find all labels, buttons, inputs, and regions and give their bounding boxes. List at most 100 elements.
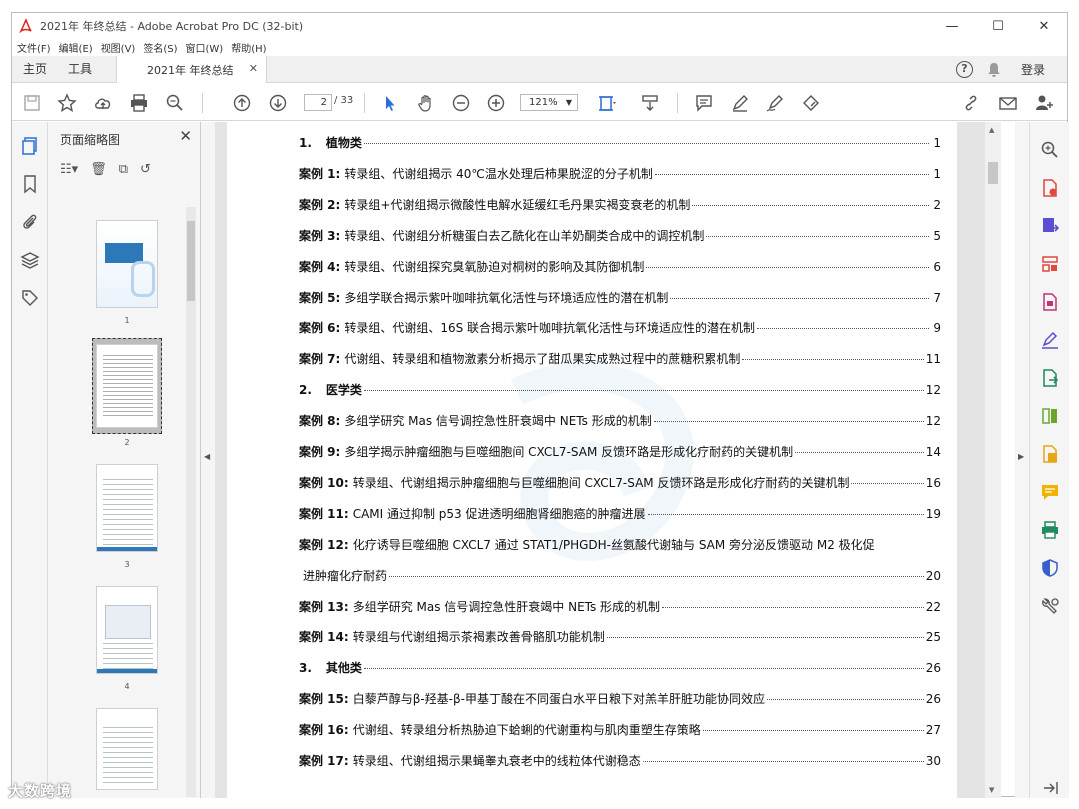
menu-window[interactable]: 窗口(W) (186, 40, 224, 55)
cloud-upload-icon[interactable] (92, 92, 114, 114)
toc-entry-row[interactable]: 案例 7: 代谢组、转录组和植物激素分析揭示了甜瓜果实成熟过程中的蔗糖积累机制 11 (299, 350, 941, 368)
page-thumbnail-selected[interactable] (96, 344, 158, 428)
toc-entry-row[interactable]: 案例 10: 转录组、代谢组揭示肿瘤细胞与巨噬细胞间 CXCL7-SAM 反馈环路… (299, 474, 941, 492)
minimize-button[interactable]: — (929, 13, 975, 39)
search-zoom-tool-icon[interactable] (1040, 140, 1060, 160)
attachment-icon[interactable] (20, 212, 40, 232)
select-cursor-icon[interactable] (379, 92, 401, 114)
print-icon[interactable] (128, 92, 150, 114)
toc-leader-dots (692, 204, 929, 206)
tab-document-label: 2021年 年终总结 (147, 63, 234, 77)
thumbnail-options-icon[interactable]: ☷▾ (60, 162, 78, 177)
help-icon[interactable]: ? (955, 61, 973, 78)
toc-entry-label: 案例 15: (299, 692, 349, 707)
toc-entry-title: 代谢组、转录组和植物激素分析揭示了甜瓜果实成熟过程中的蔗糖积累机制 (344, 352, 741, 367)
close-window-button[interactable]: ✕ (1021, 13, 1067, 39)
toc-entry-row[interactable]: 案例 13: 多组学研究 Mas 信号调控急性肝衰竭中 NETs 形成的机制 22 (299, 598, 941, 616)
share-link-icon[interactable] (960, 92, 982, 114)
zoom-out-icon[interactable] (450, 92, 472, 114)
login-link[interactable]: 登录 (1021, 61, 1045, 78)
zoom-in-icon[interactable] (485, 92, 507, 114)
email-icon[interactable] (997, 92, 1019, 114)
compare-files-icon[interactable] (1040, 406, 1060, 426)
toc-page-number: 6 (933, 259, 941, 274)
close-panel-icon[interactable]: ✕ (179, 127, 192, 145)
print-production-icon[interactable] (1040, 520, 1060, 540)
search-zoom-icon[interactable] (164, 92, 186, 114)
edit-pdf-icon[interactable] (1040, 292, 1060, 312)
toc-entry-row[interactable]: 案例 12: 化疗诱导巨噬细胞 CXCL7 通过 STAT1/PHGDH-丝氨酸代… (299, 536, 941, 554)
fill-sign-icon[interactable] (800, 92, 822, 114)
expand-right-panel-icon[interactable] (1040, 778, 1060, 798)
more-tools-icon[interactable] (1040, 596, 1060, 616)
menu-edit[interactable]: 编辑(E) (59, 40, 93, 55)
toc-entry-row[interactable]: 进肿瘤化疗耐药 20 (299, 567, 941, 585)
page-thumbnail[interactable] (96, 586, 158, 674)
toc-entry-row[interactable]: 案例 16: 代谢组、转录组分析热胁迫下蛤蜊的代谢重构与肌肉重塑生存策略 27 (299, 721, 941, 739)
scroll-mode-icon[interactable] (639, 92, 661, 114)
toc-entry-row[interactable]: 案例 1: 转录组、代谢组揭示 40℃温水处理后柿果脱涩的分子机制 1 (299, 165, 941, 183)
toc-entry-row[interactable]: 案例 11: CAMI 通过抑制 p53 促进透明细胞肾细胞癌的肿瘤进展 19 (299, 505, 941, 523)
tab-document[interactable]: 2021年 年终总结 ✕ (116, 56, 267, 83)
create-pdf-icon[interactable] (1040, 178, 1060, 198)
toc-section-row[interactable]: 3. 其他类 26 (299, 659, 941, 677)
organize-pages-icon[interactable] (1040, 254, 1060, 274)
toc-entry-row[interactable]: 案例 15: 白藜芦醇与β-羟基-β-甲基丁酸在不同蛋白水平日粮下对羔羊肝脏功能协… (299, 690, 941, 708)
page-thumbnails-icon[interactable] (20, 136, 40, 156)
bell-icon[interactable] (987, 62, 1001, 77)
hand-tool-icon[interactable] (415, 92, 437, 114)
page-number-input[interactable]: 2 (304, 94, 332, 111)
maximize-button[interactable]: ☐ (975, 13, 1021, 39)
page-thumbnail-number: 1 (124, 316, 130, 325)
toc-entry-row[interactable]: 案例 6: 转录组、代谢组、16S 联合揭示紫叶咖啡抗氧化活性与环境适应性的潜在机… (299, 319, 941, 337)
comment-icon[interactable] (693, 92, 715, 114)
protect-shield-icon[interactable] (1040, 558, 1060, 578)
bookmark-icon[interactable] (20, 174, 40, 194)
toc-entry-row[interactable]: 案例 17: 转录组、代谢组揭示果蝇睾丸衰老中的线粒体代谢稳态 30 (299, 752, 941, 770)
menu-help[interactable]: 帮助(H) (231, 40, 266, 55)
toc-entry-row[interactable]: 案例 9: 多组学揭示肿瘤细胞与巨噬细胞间 CXCL7-SAM 反馈环路是形成化疗… (299, 443, 941, 461)
document-scrollbar[interactable]: ▲ ▼ (985, 122, 1001, 798)
toc-entry-row[interactable]: 案例 5: 多组学联合揭示紫叶咖啡抗氧化活性与环境适应性的潜在机制 7 (299, 289, 941, 307)
toc-section-row[interactable]: 1. 植物类 1 (299, 134, 941, 152)
tags-icon[interactable] (20, 288, 40, 308)
add-user-icon[interactable] (1033, 92, 1055, 114)
toc-section-row[interactable]: 2. 医学类 12 (299, 381, 941, 399)
star-icon[interactable] (56, 92, 78, 114)
send-for-review-icon[interactable] (1040, 368, 1060, 388)
trash-icon[interactable]: 🗑 (90, 162, 107, 177)
prev-page-icon[interactable] (231, 92, 253, 114)
save-icon[interactable] (21, 92, 43, 114)
right-tools-rail (1029, 122, 1069, 798)
toc-entry-title: 多组学研究 Mas 信号调控急性肝衰竭中 NETs 形成的机制 (344, 414, 652, 429)
highlight-pen-icon[interactable] (729, 92, 751, 114)
tab-home[interactable]: 主页 (23, 60, 47, 77)
menu-file[interactable]: 文件(F) (17, 40, 51, 55)
tab-tools[interactable]: 工具 (68, 60, 92, 77)
page-thumbnail[interactable] (96, 220, 158, 308)
menu-view[interactable]: 视图(V) (101, 40, 136, 55)
sign-pen-icon[interactable] (764, 92, 786, 114)
page-fit-icon[interactable] (596, 92, 618, 114)
close-tab-icon[interactable]: ✕ (249, 62, 258, 75)
extract-pages-icon[interactable]: ⧉ (119, 162, 128, 177)
toc-entry-row[interactable]: 案例 4: 转录组、代谢组探究臭氧胁迫对桐树的影响及其防御机制 6 (299, 258, 941, 276)
toc-entry-row[interactable]: 案例 8: 多组学研究 Mas 信号调控急性肝衰竭中 NETs 形成的机制 12 (299, 412, 941, 430)
next-page-icon[interactable] (267, 92, 289, 114)
toc-entry-row[interactable]: 案例 2: 转录组+代谢组揭示微酸性电解水延缓红毛丹果实褐变衰老的机制 2 (299, 196, 941, 214)
export-pdf-icon[interactable] (1040, 216, 1060, 236)
thumbnails-scrollbar[interactable] (186, 207, 196, 797)
page-thumbnail[interactable] (96, 708, 158, 790)
toc-entry-row[interactable]: 案例 3: 转录组、代谢组分析糖蛋白去乙酰化在山羊奶酮类合成中的调控机制 5 (299, 227, 941, 245)
combine-files-icon[interactable] (1040, 444, 1060, 464)
collapse-left-panel-handle[interactable]: ◀ (201, 122, 215, 798)
collapse-right-panel-handle[interactable]: ▶ (1015, 122, 1029, 798)
fill-and-sign-icon[interactable] (1040, 330, 1060, 350)
rotate-icon[interactable]: ↺ (140, 162, 151, 177)
comment-tool-icon[interactable] (1040, 482, 1060, 502)
menu-sign[interactable]: 签名(S) (143, 40, 177, 55)
layers-icon[interactable] (20, 250, 40, 270)
zoom-select[interactable]: 121% ▼ (520, 94, 578, 111)
toc-entry-row[interactable]: 案例 14: 转录组与代谢组揭示茶褐素改善骨骼肌功能机制 25 (299, 628, 941, 646)
page-thumbnail[interactable] (96, 464, 158, 552)
